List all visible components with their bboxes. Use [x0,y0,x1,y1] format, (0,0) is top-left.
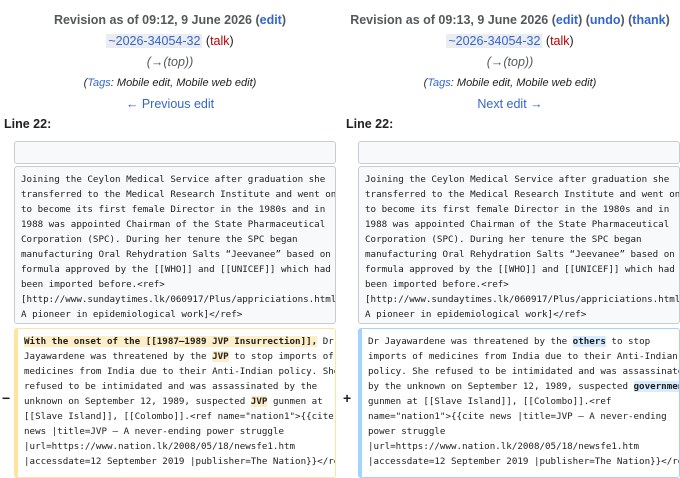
added-text: imports of medicines from India due to t… [368,351,678,362]
new-revision-title: Revision as of 09:13, 9 June 2026 (edit)… [350,13,670,27]
old-context-block: Joining the Ceylon Medical Service after… [14,166,336,324]
old-empty-context [14,141,336,164]
context-line: A pioneer in epidemiological work]</ref> [21,309,243,320]
added-text: power struggle [368,426,446,437]
old-edit-summary: (→(top)) [146,55,194,69]
deleted-text: Jayawardene was threatened by the [24,351,213,362]
old-tags: (Tags: Mobile edit, Mobile web edit) [83,77,257,89]
added-text: by the unknown on September 12, 1989, su… [368,381,634,392]
context-line: Corporation (SPC). During her tenure the… [365,234,642,245]
old-revision-header: Revision as of 09:12, 9 June 2026 (edit)… [0,10,340,115]
old-line-number: Line 22: [4,117,52,131]
deleted-text: |url=https://www.nation.lk/2008/05/18/ne… [24,441,296,452]
context-line: [http://www.sundaytimes.lk/060917/Plus/a… [21,294,336,305]
new-user-link[interactable]: ~2026-34054-32 [446,34,543,48]
deleted-text: Dr [317,336,334,347]
new-revision-header: Revision as of 09:13, 9 June 2026 (edit)… [340,10,680,115]
deleted-text: gunmen at [267,396,323,407]
old-tags-list: Mobile edit, Mobile web edit [116,77,253,89]
context-line: 1988 was appointed Chairman of the State… [365,219,670,230]
added-line-block: Dr Jayawardene was threatened by the oth… [358,328,680,478]
undo-link[interactable]: undo [590,13,621,27]
next-edit-link[interactable]: Next edit → [477,97,542,111]
new-revision-link[interactable]: Revision as of 09:13, 9 June 2026 [350,13,548,27]
added-text-highlight: others [572,336,606,347]
deleted-text: to stop imports of [228,351,334,362]
old-revision-title: Revision as of 09:12, 9 June 2026 (edit) [53,13,287,27]
previous-edit-link[interactable]: ← Previous edit [126,97,214,111]
old-revision-link[interactable]: Revision as of 09:12, 9 June 2026 [54,13,252,27]
added-text: policy. She refused to be intimidated an… [368,366,680,377]
deleted-text-highlight: JVP [250,396,268,407]
new-empty-context [358,141,680,164]
context-line: formula approved by the [[WHO]] and [[UN… [21,264,331,275]
new-edit-link[interactable]: edit [556,13,578,27]
new-context-block: Joining the Ceylon Medical Service after… [358,166,680,324]
context-line: manufacturing Oral Rehydration Salts “Je… [365,249,680,260]
context-line: been imported before.<ref> [365,279,509,290]
old-tags-link[interactable]: Tags [87,77,110,89]
context-line: formula approved by the [[WHO]] and [[UN… [365,264,675,275]
deleted-text: news |title=JVP – A never-ending power s… [24,426,284,437]
context-line: Corporation (SPC). During her tenure the… [21,234,298,245]
new-edit-summary: (→(top)) [486,55,534,69]
context-line: Joining the Ceylon Medical Service after… [21,174,326,185]
old-user-link[interactable]: ~2026-34054-32 [106,34,203,48]
deletion-marker: − [2,390,11,406]
addition-marker: + [343,390,352,406]
added-text: gunmen at [[Slave Island]], [[Colombo]].… [368,396,612,407]
context-line: manufacturing Oral Rehydration Salts “Je… [21,249,336,260]
context-line: A pioneer in epidemiological work]</ref> [365,309,587,320]
deleted-text-highlight: With the onset of the [[1987–1989 JVP In… [24,336,318,347]
deleted-text-highlight: JVP [212,351,229,362]
deleted-line-block: With the onset of the [[1987–1989 JVP In… [14,328,336,478]
context-line: to become its first female Director in t… [21,204,326,215]
added-text: to stop [605,336,651,347]
deleted-text: |accessdate=12 September 2019 |publisher… [24,456,336,467]
new-line-number: Line 22: [346,117,394,131]
new-tags-link[interactable]: Tags [427,77,450,89]
new-tags-list: Mobile edit, Mobile web edit [456,77,593,89]
deleted-text: medicines from India due to their Anti-I… [24,366,336,377]
context-line: [http://www.sundaytimes.lk/060917/Plus/a… [365,294,680,305]
added-text: name="nation1">{{cite news |title=JVP – … [368,411,667,422]
added-text: Dr Jayawardene was threatened by the [368,336,573,347]
thank-link[interactable]: thank [632,13,665,27]
new-tags: (Tags: Mobile edit, Mobile web edit) [423,77,597,89]
added-text: |url=https://www.nation.lk/2008/05/18/ne… [368,441,640,452]
context-line: Joining the Ceylon Medical Service after… [365,174,670,185]
old-edit-link[interactable]: edit [260,13,282,27]
context-line: 1988 was appointed Chairman of the State… [21,219,326,230]
deleted-text: [[Slave Island]], [[Colombo]].<ref name=… [24,411,334,422]
added-text-highlight: government [633,381,679,392]
deleted-text: unknown on September 12, 1989, suspected [24,396,251,407]
new-talk-link[interactable]: talk [550,34,569,48]
old-talk-link[interactable]: talk [210,34,229,48]
context-line: to become its first female Director in t… [365,204,670,215]
context-line: transferred to the Medical Research Inst… [365,189,680,200]
context-line: been imported before.<ref> [21,279,165,290]
context-line: transferred to the Medical Research Inst… [21,189,336,200]
added-text: |accessdate=12 September 2019 |publisher… [368,456,680,467]
deleted-text: refused to be intimidated and was assass… [24,381,318,392]
